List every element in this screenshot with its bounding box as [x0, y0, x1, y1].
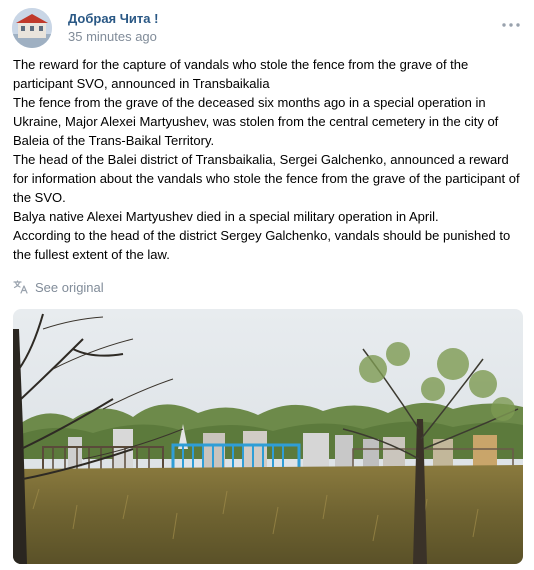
post-timestamp[interactable]: 35 minutes ago: [68, 29, 157, 44]
avatar-image: [12, 8, 52, 48]
post-paragraph: Balya native Alexei Martyushev died in a…: [13, 209, 439, 224]
post-text: The reward for the capture of vandals wh…: [13, 55, 523, 264]
post-photo[interactable]: [13, 309, 523, 564]
translate-icon: [13, 280, 28, 294]
see-original-label: See original: [35, 279, 104, 295]
cemetery-photo: [13, 309, 523, 564]
more-options-button[interactable]: [500, 14, 522, 36]
post-paragraph: The fence from the grave of the deceased…: [13, 95, 499, 148]
more-dots-icon: [502, 23, 520, 27]
avatar[interactable]: [12, 8, 52, 48]
see-original-button[interactable]: See original: [13, 277, 104, 297]
post-card: Добрая Чита ! 35 minutes ago The reward …: [0, 0, 534, 570]
post-header: Добрая Чита ! 35 minutes ago: [12, 8, 522, 50]
author-name[interactable]: Добрая Чита !: [68, 11, 158, 26]
post-paragraph: According to the head of the district Se…: [13, 228, 511, 262]
post-paragraph: The reward for the capture of vandals wh…: [13, 57, 469, 91]
post-paragraph: The head of the Balei district of Transb…: [13, 152, 520, 205]
